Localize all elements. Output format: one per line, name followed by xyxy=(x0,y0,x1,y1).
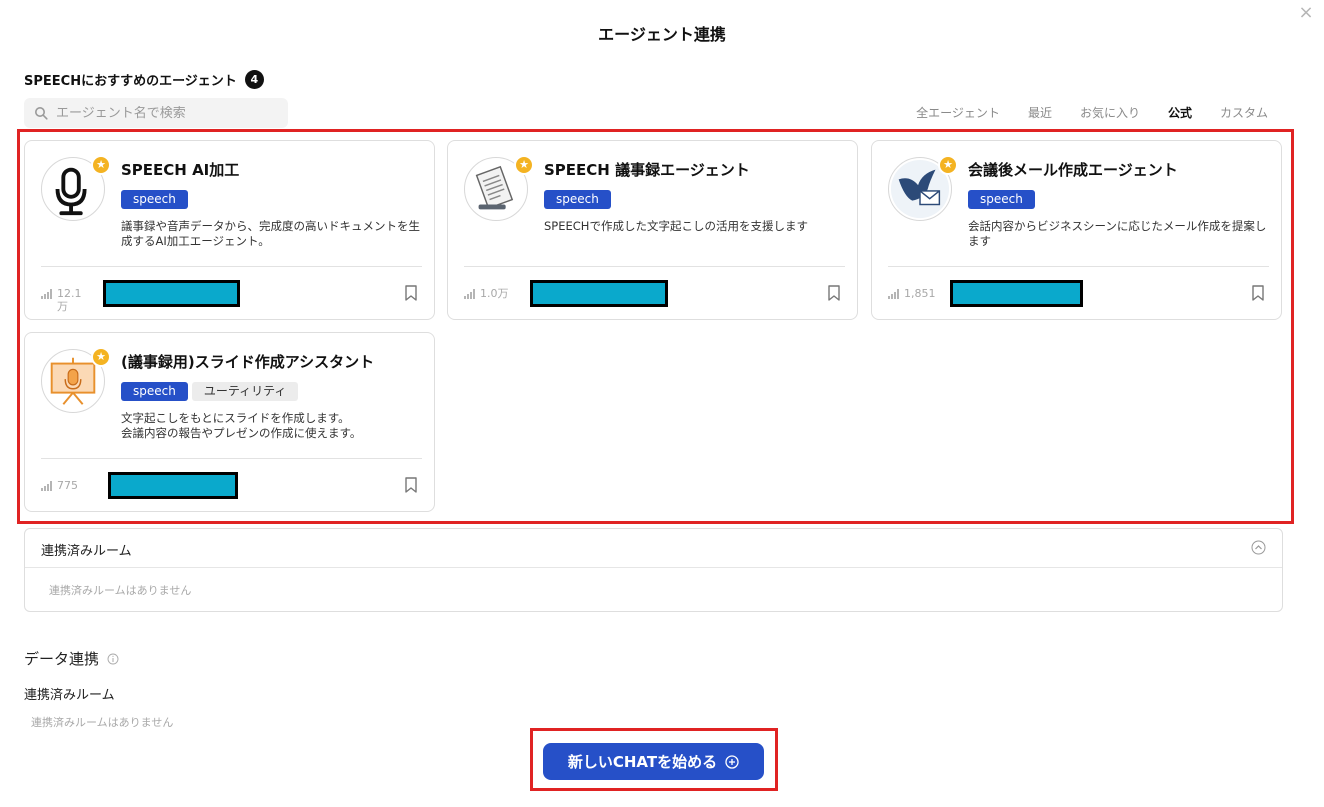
official-star-icon: ★ xyxy=(938,155,958,175)
tab-recent[interactable]: 最近 xyxy=(1028,104,1052,121)
search-input[interactable] xyxy=(56,105,276,121)
redacted-block xyxy=(103,280,240,307)
agent-tags: speech ユーティリティ xyxy=(121,382,299,401)
usage-stat: 775 xyxy=(41,479,85,492)
tag-speech: speech xyxy=(968,190,1035,209)
new-chat-label: 新しいCHATを始める xyxy=(567,753,718,771)
recommend-heading: SPEECHにおすすめのエージェント 4 xyxy=(24,70,264,89)
rooms-divider xyxy=(25,567,1282,568)
chevron-up-icon[interactable] xyxy=(1251,540,1266,555)
usage-count: 12.1万 xyxy=(57,287,82,313)
agent-tags: speech xyxy=(544,190,611,209)
agent-avatar: ★ xyxy=(41,347,111,413)
bookmark-icon[interactable] xyxy=(404,285,418,301)
bookmark-icon[interactable] xyxy=(827,285,841,301)
usage-count: 775 xyxy=(57,479,78,492)
usage-bars-icon xyxy=(41,481,52,491)
usage-stat: 1,851 xyxy=(888,287,944,300)
usage-stat: 1.0万 xyxy=(464,287,520,300)
data-link-subtitle: 連携済みルーム xyxy=(24,688,115,703)
bookmark-icon[interactable] xyxy=(404,477,418,493)
tag-speech: speech xyxy=(121,190,188,209)
data-link-title: データ連携 xyxy=(24,648,119,669)
usage-bars-icon xyxy=(41,289,52,299)
card-footer: 1.0万 xyxy=(464,279,841,309)
redacted-block xyxy=(530,280,668,307)
agent-description: SPEECHで作成した文字起こしの活用を支援します xyxy=(544,219,808,233)
recommend-heading-text: SPEECHにおすすめのエージェント xyxy=(24,74,237,89)
tab-custom[interactable]: カスタム xyxy=(1220,104,1268,121)
usage-bars-icon xyxy=(464,289,475,299)
card-divider xyxy=(464,266,845,267)
close-button[interactable]: × xyxy=(1296,3,1316,23)
card-divider xyxy=(41,458,422,459)
usage-count: 1,851 xyxy=(904,287,936,300)
recommend-count-badge: 4 xyxy=(244,70,264,89)
agent-avatar: ★ xyxy=(41,155,111,221)
official-star-icon: ★ xyxy=(514,155,534,175)
filter-tabs: 全エージェント 最近 お気に入り 公式 カスタム xyxy=(888,104,1268,121)
data-link-empty: 連携済みルームはありません xyxy=(31,716,174,729)
linked-rooms-title: 連携済みルーム xyxy=(41,544,132,559)
agent-avatar: ★ xyxy=(464,155,534,221)
agent-card[interactable]: ★ SPEECH AI加工 speech 議事録や音声データから、完成度の高いド… xyxy=(24,140,435,320)
tag-speech: speech xyxy=(544,190,611,209)
modal-title: エージェント連携 xyxy=(598,25,726,44)
tab-official[interactable]: 公式 xyxy=(1168,104,1192,121)
tag-utility: ユーティリティ xyxy=(191,382,299,401)
agent-card[interactable]: ★ SPEECH 議事録エージェント speech SPEECHで作成した文字起… xyxy=(447,140,858,320)
agent-card[interactable]: ★ (議事録用)スライド作成アシスタント speech ユーティリティ 文字起こ… xyxy=(24,332,435,512)
linked-rooms-panel: 連携済みルーム 連携済みルームはありません xyxy=(24,528,1283,612)
agent-tags: speech xyxy=(968,190,1035,209)
agent-description: 文字起こしをもとにスライドを作成します。 会議内容の報告やプレゼンの作成に使えま… xyxy=(121,411,426,441)
card-divider xyxy=(41,266,422,267)
redacted-block xyxy=(950,280,1083,307)
official-star-icon: ★ xyxy=(91,155,111,175)
agent-description: 会話内容からビジネスシーンに応じたメール作成を提案します xyxy=(968,219,1267,248)
plus-circle-icon xyxy=(725,754,739,769)
official-star-icon: ★ xyxy=(91,347,111,367)
tag-speech: speech xyxy=(121,382,188,401)
new-chat-button[interactable]: 新しいCHATを始める xyxy=(543,743,764,780)
agent-description-line: 文字起こしをもとにスライドを作成します。 xyxy=(121,411,350,425)
usage-count: 1.0万 xyxy=(480,287,509,300)
search-box[interactable] xyxy=(24,98,288,128)
usage-stat: 12.1万 xyxy=(41,287,85,313)
card-divider xyxy=(888,266,1269,267)
card-footer: 1,851 xyxy=(888,279,1265,309)
agent-name: SPEECH 議事録エージェント xyxy=(544,161,750,179)
data-link-title-text: データ連携 xyxy=(24,650,100,668)
agent-card[interactable]: ★ 会議後メール作成エージェント speech 会話内容からビジネスシーンに応じ… xyxy=(871,140,1282,320)
linked-rooms-empty: 連携済みルームはありません xyxy=(49,584,192,597)
agent-description-line: 会議内容の報告やプレゼンの作成に使えます。 xyxy=(121,426,362,440)
agent-name: (議事録用)スライド作成アシスタント xyxy=(121,353,375,371)
info-icon[interactable] xyxy=(107,653,119,665)
usage-bars-icon xyxy=(888,289,899,299)
agent-tags: speech xyxy=(121,190,188,209)
bookmark-icon[interactable] xyxy=(1251,285,1265,301)
redacted-block xyxy=(108,472,238,499)
agent-name: 会議後メール作成エージェント xyxy=(968,161,1178,179)
agent-name: SPEECH AI加工 xyxy=(121,161,240,179)
card-footer: 775 xyxy=(41,471,418,501)
tab-all[interactable]: 全エージェント xyxy=(916,104,1000,121)
card-footer: 12.1万 xyxy=(41,279,418,313)
search-icon xyxy=(35,107,48,120)
agent-avatar: ★ xyxy=(888,155,958,221)
tab-favorites[interactable]: お気に入り xyxy=(1080,104,1140,121)
agent-description: 議事録や音声データから、完成度の高いドキュメントを生成するAI加工エージェント。 xyxy=(121,219,420,248)
